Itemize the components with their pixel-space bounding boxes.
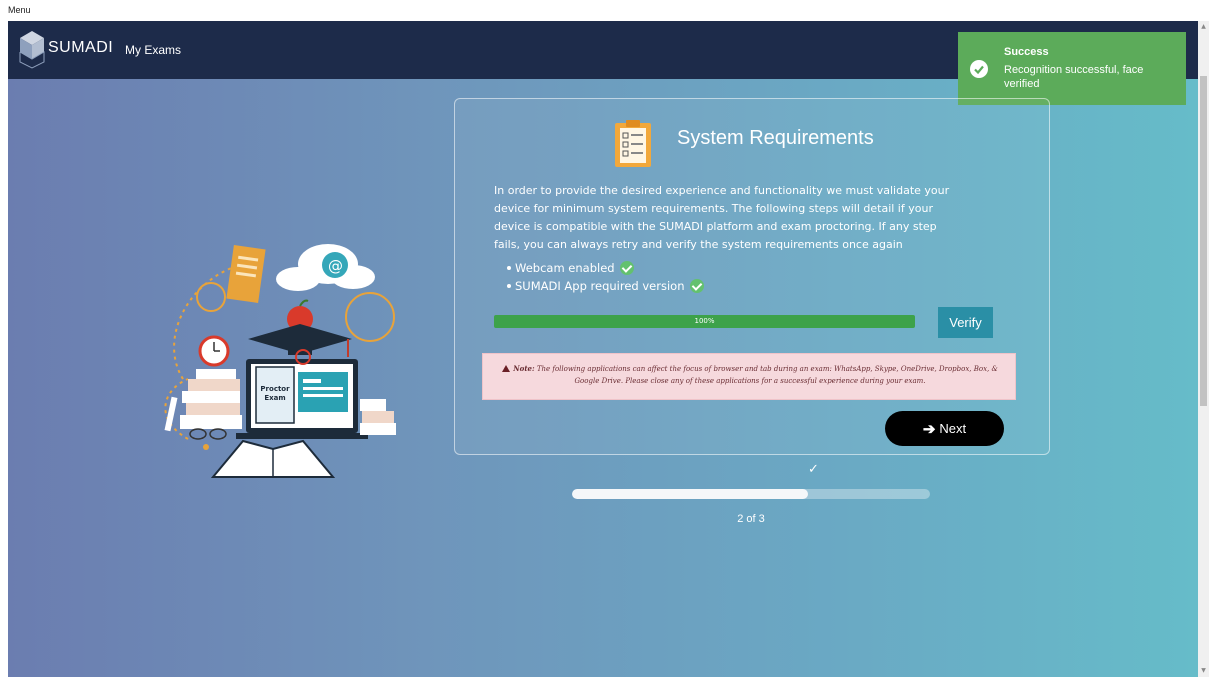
check-icon [689,279,704,293]
note-text-block: Note: The following applications can aff… [493,363,1007,387]
scrollbar-thumb[interactable] [1200,76,1207,406]
step-progress-bar [572,489,930,499]
requirement-webcam: Webcam enabled [507,259,704,277]
step-counter: 2 of 3 [737,513,765,525]
toast-title: Success [1004,46,1049,58]
requirement-label: SUMADI App required version [515,279,685,293]
verification-progress-bar: 100% [494,315,915,328]
nav-my-exams[interactable]: My Exams [125,43,181,57]
requirement-label: Webcam enabled [515,261,615,275]
vertical-scrollbar[interactable]: ▲ ▼ [1198,21,1209,677]
bullet [507,284,511,288]
checkmark-icon: ✓ [808,462,819,477]
success-toast[interactable]: Success Recognition successful, face ver… [958,32,1186,105]
svg-text:@: @ [328,257,343,275]
verify-button[interactable]: Verify [938,307,993,338]
toast-message: Recognition successful, face verified [1004,64,1144,90]
card-description: In order to provide the desired experien… [494,184,950,251]
requirements-list: Webcam enabled SUMADI App required versi… [507,259,704,295]
check-icon [619,261,634,275]
warning-icon [502,365,511,372]
next-label: Next [939,421,967,436]
card-title: System Requirements [677,127,874,149]
bullet [507,266,511,270]
app-viewport: SUMADI My Exams Success Recognition succ… [8,21,1198,677]
note-text: The following applications can affect th… [536,365,998,385]
system-requirements-card: System Requirements In order to provide … [454,98,1050,455]
scroll-down-arrow-icon[interactable]: ▼ [1200,667,1207,675]
clipboard-checklist-icon [615,120,651,167]
check-circle-icon [970,60,988,78]
warning-note: Note: The following applications can aff… [482,353,1016,400]
brand-name[interactable]: SUMADI [48,39,113,57]
illustration-badge-line1: Proctor [260,385,290,393]
window-menu[interactable]: Menu [0,0,1209,21]
next-button[interactable]: ➔ Next [885,411,1004,446]
requirement-app-version: SUMADI App required version [507,277,704,295]
progress-label: 100% [694,317,715,325]
illustration-badge-line2: Exam [264,394,285,402]
sumadi-logo-icon [19,31,45,69]
proctor-exam-illustration: @ Proctor Exam [164,244,396,478]
scroll-up-arrow-icon[interactable]: ▲ [1200,23,1207,31]
note-label: Note: [513,364,535,373]
step-progress-fill [572,489,809,499]
arrow-right-icon: ➔ [922,420,936,438]
